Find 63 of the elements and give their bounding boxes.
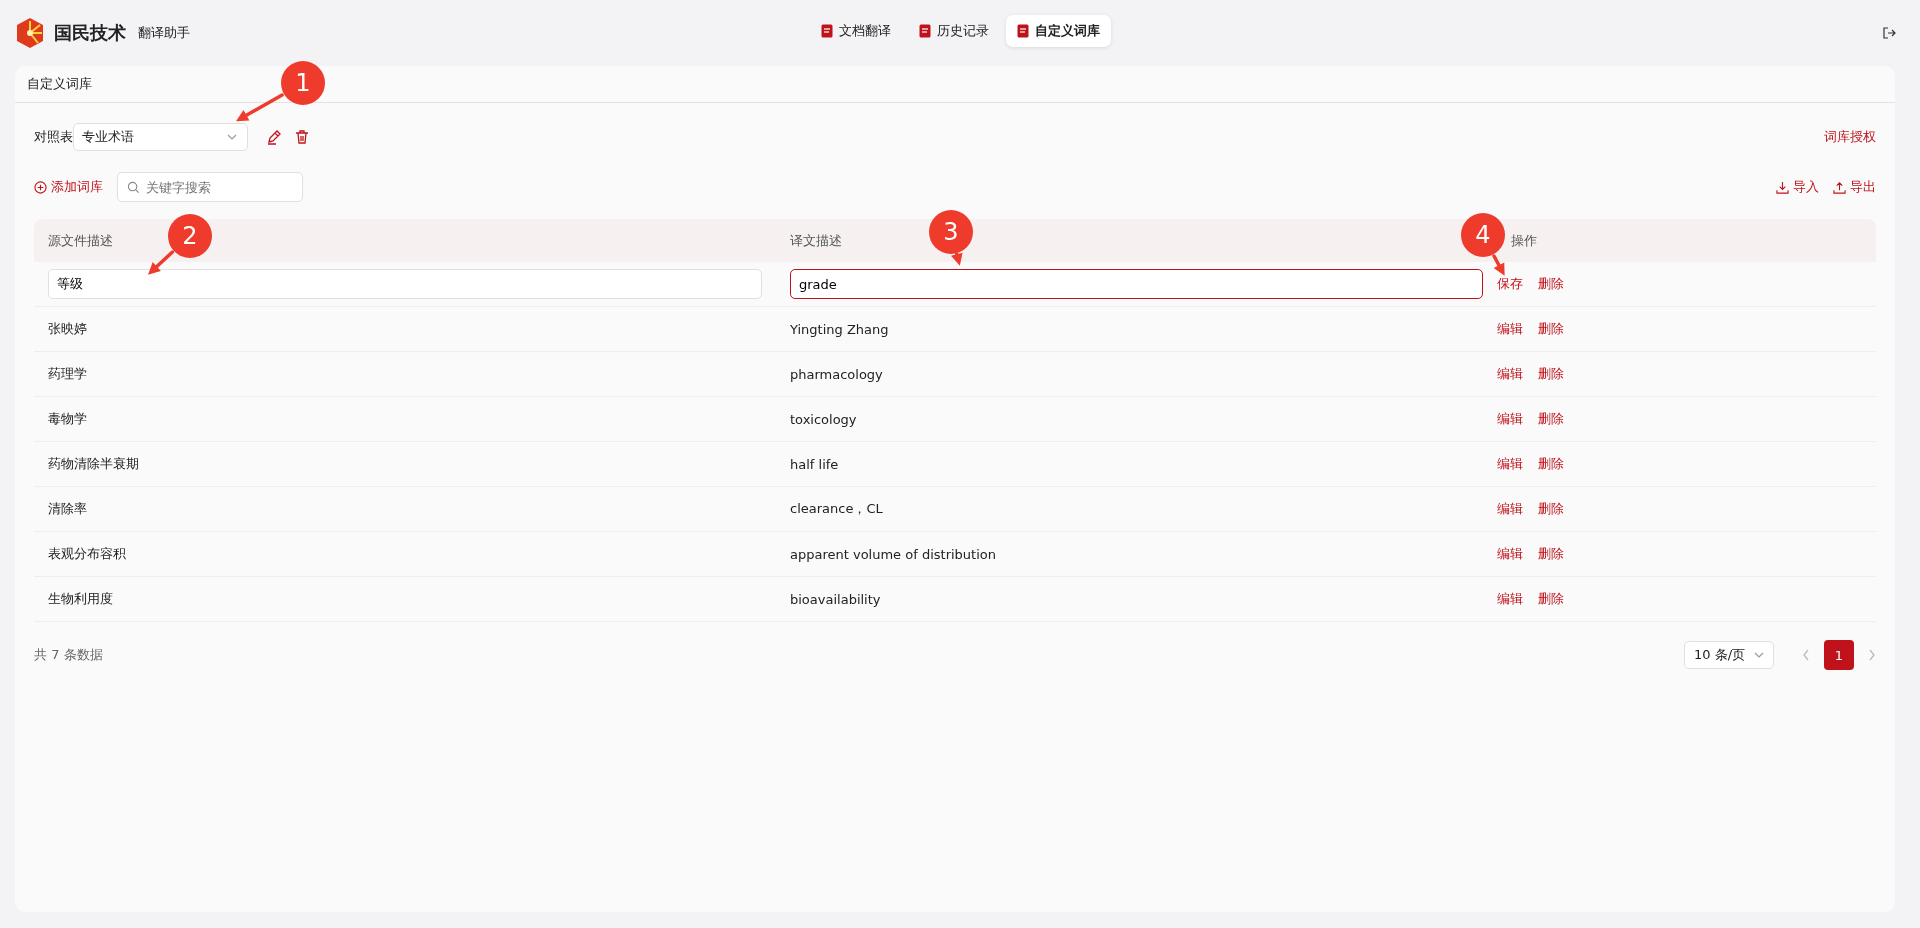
brand-name: 国民技术 (54, 21, 126, 45)
page-button[interactable]: 1 (1824, 640, 1854, 670)
table-cell-text: apparent volume of distribution (789, 546, 997, 562)
export-button[interactable]: 导出 (1833, 178, 1876, 196)
row-action-link[interactable]: 保存 (1497, 275, 1523, 293)
table-cell-text: 毒物学 (47, 410, 88, 428)
source-input[interactable]: 等级 (48, 269, 762, 299)
app-subtitle: 翻译助手 (138, 24, 190, 42)
document-icon (821, 24, 833, 38)
table-cell-text: 药理学 (47, 365, 88, 383)
row-action-link[interactable]: 删除 (1538, 500, 1564, 518)
column-header: 译文描述 (790, 231, 842, 250)
table-cell-text: clearance，CL (789, 500, 884, 518)
document-icon (919, 24, 931, 38)
delete-icon[interactable] (294, 129, 310, 145)
chevron-down-icon (227, 134, 237, 140)
row-action-link[interactable]: 删除 (1538, 455, 1564, 473)
download-icon (1776, 180, 1789, 194)
table-cell-text: 生物利用度 (47, 590, 114, 608)
row-action-link[interactable]: 编辑 (1497, 545, 1523, 563)
add-glossary-button[interactable]: 添加词库 (34, 178, 103, 196)
total-count: 共 7 条数据 (34, 646, 103, 664)
row-action-link[interactable]: 编辑 (1497, 320, 1523, 338)
nav-tab[interactable]: 文档翻译 (810, 15, 902, 47)
column-header: 操作 (1511, 231, 1537, 250)
row-action-link[interactable]: 编辑 (1497, 365, 1523, 383)
chevron-down-icon (1754, 652, 1764, 658)
row-action-link[interactable]: 编辑 (1497, 500, 1523, 518)
search-icon (127, 181, 140, 194)
row-action-link[interactable]: 编辑 (1497, 590, 1523, 608)
row-action-link[interactable]: 删除 (1538, 365, 1564, 383)
table-cell-text: Yingting Zhang (789, 321, 890, 337)
row-action-link[interactable]: 删除 (1538, 320, 1564, 338)
row-action-link[interactable]: 删除 (1538, 275, 1564, 293)
target-input[interactable]: grade (790, 269, 1483, 299)
row-action-link[interactable]: 编辑 (1497, 455, 1523, 473)
import-button[interactable]: 导入 (1776, 178, 1819, 196)
column-header: 源文件描述 (48, 231, 113, 250)
document-icon (1017, 24, 1029, 38)
table-cell-text: half life (789, 456, 840, 472)
authorize-link[interactable]: 词库授权 (1824, 128, 1876, 146)
table-cell-text: toxicology (789, 411, 858, 427)
nav-tab[interactable]: 历史记录 (908, 15, 1000, 47)
table-cell-text: 张映婷 (47, 320, 88, 338)
search-field[interactable]: 关键字搜索 (117, 172, 303, 202)
glossary-select[interactable]: 专业术语 (73, 123, 248, 151)
table-cell-text: bioavailability (789, 591, 882, 607)
row-action-link[interactable]: 编辑 (1497, 410, 1523, 428)
logout-icon[interactable] (1882, 26, 1896, 40)
table-cell-text: 表观分布容积 (47, 545, 127, 563)
selector-label: 对照表 (34, 128, 73, 146)
edit-icon[interactable] (266, 129, 282, 145)
logo-icon (14, 17, 46, 49)
upload-icon (1833, 180, 1846, 194)
row-action-link[interactable]: 删除 (1538, 410, 1564, 428)
page-size-select[interactable]: 10 条/页 (1684, 641, 1774, 669)
table-cell-text: 清除率 (47, 500, 88, 518)
row-action-link[interactable]: 删除 (1538, 590, 1564, 608)
table-cell-text: pharmacology (789, 366, 884, 382)
table-cell-text: 药物清除半衰期 (47, 455, 140, 473)
plus-circle-icon (34, 180, 47, 194)
nav-tab[interactable]: 自定义词库 (1006, 15, 1111, 47)
row-action-link[interactable]: 删除 (1538, 545, 1564, 563)
